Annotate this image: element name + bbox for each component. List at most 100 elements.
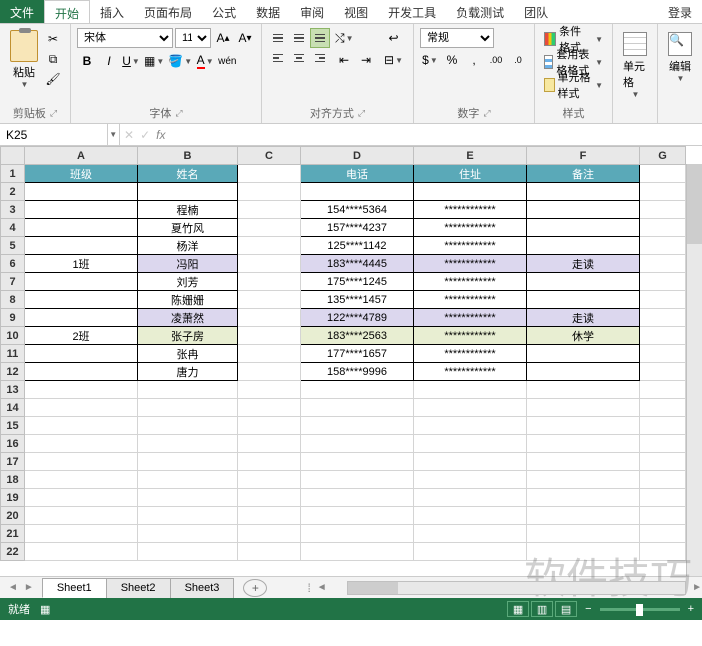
cell-C12[interactable] bbox=[238, 363, 301, 381]
vertical-scrollbar[interactable] bbox=[686, 164, 702, 576]
row-header-14[interactable]: 14 bbox=[1, 399, 25, 417]
cell-G8[interactable] bbox=[640, 291, 686, 309]
column-header-C[interactable]: C bbox=[238, 147, 301, 165]
cell-F13[interactable] bbox=[527, 381, 640, 399]
borders-button[interactable]: ▦▼ bbox=[143, 51, 165, 71]
cell-B9[interactable]: 凌萧然 bbox=[138, 309, 238, 327]
cell-D16[interactable] bbox=[301, 435, 414, 453]
italic-button[interactable]: I bbox=[99, 51, 119, 71]
cell-C20[interactable] bbox=[238, 507, 301, 525]
cell-D17[interactable] bbox=[301, 453, 414, 471]
row-header-7[interactable]: 7 bbox=[1, 273, 25, 291]
cell-C22[interactable] bbox=[238, 543, 301, 561]
cell-A22[interactable] bbox=[25, 543, 138, 561]
cell-C19[interactable] bbox=[238, 489, 301, 507]
cell-B17[interactable] bbox=[138, 453, 238, 471]
cell-B7[interactable]: 刘芳 bbox=[138, 273, 238, 291]
clipboard-dialog-launcher[interactable]: ⤢ bbox=[50, 108, 57, 119]
insert-function-button[interactable]: fx bbox=[156, 128, 165, 142]
row-header-17[interactable]: 17 bbox=[1, 453, 25, 471]
cell-F9[interactable]: 走读 bbox=[527, 309, 640, 327]
cell-E1[interactable]: 住址 bbox=[414, 165, 527, 183]
font-size-select[interactable]: 11 bbox=[175, 28, 211, 48]
align-top-button[interactable] bbox=[268, 28, 288, 48]
cell-D7[interactable]: 175****1245 bbox=[301, 273, 414, 291]
cell-C2[interactable] bbox=[238, 183, 301, 201]
font-color-button[interactable]: A▼ bbox=[195, 51, 215, 71]
cell-A19[interactable] bbox=[25, 489, 138, 507]
page-layout-view-button[interactable]: ▥ bbox=[531, 601, 553, 617]
cell-F19[interactable] bbox=[527, 489, 640, 507]
cell-A4[interactable] bbox=[25, 219, 138, 237]
align-middle-button[interactable] bbox=[289, 28, 309, 48]
percent-format-button[interactable]: % bbox=[442, 50, 462, 70]
cell-E11[interactable]: ************ bbox=[414, 345, 527, 363]
cell-G15[interactable] bbox=[640, 417, 686, 435]
bold-button[interactable]: B bbox=[77, 51, 97, 71]
font-dialog-launcher[interactable]: ⤢ bbox=[175, 108, 182, 119]
cell-E19[interactable] bbox=[414, 489, 527, 507]
cell-F20[interactable] bbox=[527, 507, 640, 525]
row-header-1[interactable]: 1 bbox=[1, 165, 25, 183]
number-format-select[interactable]: 常规 bbox=[420, 28, 494, 48]
underline-button[interactable]: U▼ bbox=[121, 51, 141, 71]
column-header-E[interactable]: E bbox=[414, 147, 527, 165]
decrease-decimal-button[interactable]: .0 bbox=[508, 50, 528, 70]
merge-center-button[interactable]: ⊟▼ bbox=[380, 50, 407, 70]
tab-view[interactable]: 视图 bbox=[334, 0, 378, 23]
cell-F14[interactable] bbox=[527, 399, 640, 417]
cell-B18[interactable] bbox=[138, 471, 238, 489]
cut-button[interactable]: ✂ bbox=[44, 30, 62, 48]
sign-in[interactable]: 登录 bbox=[658, 0, 702, 23]
row-header-19[interactable]: 19 bbox=[1, 489, 25, 507]
cell-A20[interactable] bbox=[25, 507, 138, 525]
cell-C18[interactable] bbox=[238, 471, 301, 489]
cell-G9[interactable] bbox=[640, 309, 686, 327]
tab-developer[interactable]: 开发工具 bbox=[378, 0, 446, 23]
cell-A6[interactable]: 1班 bbox=[25, 255, 138, 273]
align-bottom-button[interactable] bbox=[310, 28, 330, 48]
row-header-22[interactable]: 22 bbox=[1, 543, 25, 561]
cell-G17[interactable] bbox=[640, 453, 686, 471]
align-right-button[interactable] bbox=[310, 48, 330, 68]
cell-A7[interactable] bbox=[25, 273, 138, 291]
cell-styles-button[interactable]: 单元格样式▼ bbox=[541, 74, 606, 96]
page-break-view-button[interactable]: ▤ bbox=[555, 601, 577, 617]
row-header-6[interactable]: 6 bbox=[1, 255, 25, 273]
cell-F6[interactable]: 走读 bbox=[527, 255, 640, 273]
cell-D9[interactable]: 122****4789 bbox=[301, 309, 414, 327]
cell-F17[interactable] bbox=[527, 453, 640, 471]
cell-B3[interactable]: 程楠 bbox=[138, 201, 238, 219]
row-header-2[interactable]: 2 bbox=[1, 183, 25, 201]
cell-B1[interactable]: 姓名 bbox=[138, 165, 238, 183]
zoom-out-button[interactable]: − bbox=[585, 603, 591, 615]
cell-F5[interactable] bbox=[527, 237, 640, 255]
cell-B14[interactable] bbox=[138, 399, 238, 417]
cell-E4[interactable]: ************ bbox=[414, 219, 527, 237]
cell-D20[interactable] bbox=[301, 507, 414, 525]
cell-G11[interactable] bbox=[640, 345, 686, 363]
decrease-font-button[interactable]: A▾ bbox=[235, 28, 255, 48]
row-header-3[interactable]: 3 bbox=[1, 201, 25, 219]
cell-B19[interactable] bbox=[138, 489, 238, 507]
cell-E16[interactable] bbox=[414, 435, 527, 453]
row-header-13[interactable]: 13 bbox=[1, 381, 25, 399]
editing-button[interactable]: 🔍 编辑▼ bbox=[664, 28, 696, 87]
column-header-F[interactable]: F bbox=[527, 147, 640, 165]
cell-G21[interactable] bbox=[640, 525, 686, 543]
cell-D22[interactable] bbox=[301, 543, 414, 561]
vertical-scroll-thumb[interactable] bbox=[687, 164, 702, 244]
tab-team[interactable]: 团队 bbox=[514, 0, 558, 23]
cell-G3[interactable] bbox=[640, 201, 686, 219]
zoom-slider[interactable] bbox=[600, 608, 680, 611]
cell-E22[interactable] bbox=[414, 543, 527, 561]
cell-A17[interactable] bbox=[25, 453, 138, 471]
cell-B2[interactable] bbox=[138, 183, 238, 201]
cell-E6[interactable]: ************ bbox=[414, 255, 527, 273]
cell-E14[interactable] bbox=[414, 399, 527, 417]
tab-file[interactable]: 文件 bbox=[0, 0, 44, 23]
cell-D8[interactable]: 135****1457 bbox=[301, 291, 414, 309]
cell-E5[interactable]: ************ bbox=[414, 237, 527, 255]
name-box-dropdown[interactable]: ▼ bbox=[107, 124, 119, 145]
cancel-formula-button[interactable]: ✕ bbox=[124, 128, 134, 142]
